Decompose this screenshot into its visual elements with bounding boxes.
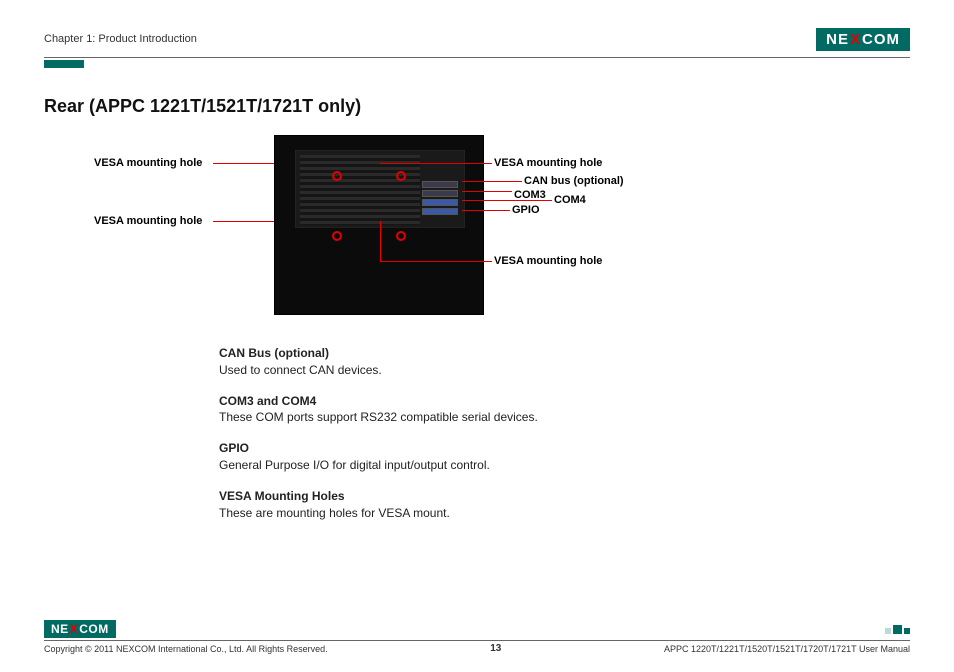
label-com4: COM4: [554, 194, 586, 206]
label-vesa-left-top: VESA mounting hole: [94, 157, 202, 169]
logo-post: COM: [79, 622, 109, 636]
leader-line: [462, 200, 552, 201]
footer-rule: [44, 640, 910, 641]
desc-body: These are mounting holes for VESA mount.: [219, 505, 739, 522]
product-photo: [274, 135, 484, 315]
vesa-hole-icon: [396, 171, 406, 181]
label-vesa-left-bottom: VESA mounting hole: [94, 215, 202, 227]
desc-term: GPIO: [219, 440, 739, 457]
vesa-hole-icon: [396, 231, 406, 241]
port-can: [422, 181, 458, 188]
page-number: 13: [490, 643, 501, 654]
square-icon: [904, 628, 910, 634]
ports-block: [422, 181, 458, 225]
accent-bar: [44, 60, 84, 68]
leader-line: [462, 191, 512, 192]
leader-line: [462, 181, 522, 182]
diagram: VESA mounting hole VESA mounting hole: [94, 135, 814, 325]
port-gpio: [422, 208, 458, 215]
logo-pre: NE: [826, 31, 849, 48]
label-gpio: GPIO: [512, 204, 540, 216]
descriptions: CAN Bus (optional) Used to connect CAN d…: [219, 345, 739, 521]
label-vesa-right-top: VESA mounting hole: [494, 157, 602, 169]
header-rule: [44, 57, 910, 58]
desc-term: COM3 and COM4: [219, 393, 739, 410]
footer: NEXCOM Copyright © 2011 NEXCOM Internati…: [44, 618, 910, 654]
port-com3: [422, 190, 458, 197]
page-root: Chapter 1: Product Introduction NEXCOM R…: [0, 0, 954, 672]
vesa-hole-icon: [332, 171, 342, 181]
leader-line: [462, 210, 510, 211]
footer-squares-icon: [885, 625, 910, 634]
product-unit: [295, 150, 465, 228]
leader-line: [380, 221, 381, 261]
leader-line: [380, 261, 492, 262]
label-vesa-right-bottom: VESA mounting hole: [494, 255, 602, 267]
manual-name: APPC 1220T/1221T/1520T/1521T/1720T/1721T…: [664, 644, 910, 654]
desc-body: These COM ports support RS232 compatible…: [219, 409, 739, 426]
square-icon: [885, 628, 891, 634]
chapter-title: Chapter 1: Product Introduction: [44, 33, 197, 45]
label-can-bus: CAN bus (optional): [524, 175, 624, 187]
logo-pre: NE: [51, 622, 69, 636]
logo-top: NEXCOM: [816, 28, 910, 51]
desc-body: General Purpose I/O for digital input/ou…: [219, 457, 739, 474]
desc-body: Used to connect CAN devices.: [219, 362, 739, 379]
logo-x-icon: X: [850, 31, 861, 48]
square-icon: [893, 625, 902, 634]
footer-top-row: NEXCOM: [44, 618, 910, 640]
leader-line: [380, 163, 492, 164]
footer-bottom-row: Copyright © 2011 NEXCOM International Co…: [44, 643, 910, 654]
copyright-text: Copyright © 2011 NEXCOM International Co…: [44, 644, 328, 654]
header: Chapter 1: Product Introduction NEXCOM: [44, 24, 910, 54]
logo-post: COM: [862, 31, 900, 48]
desc-term: CAN Bus (optional): [219, 345, 739, 362]
heatsink-fins-icon: [300, 155, 420, 225]
port-com4: [422, 199, 458, 206]
logo-x-icon: X: [70, 622, 79, 636]
desc-term: VESA Mounting Holes: [219, 488, 739, 505]
vesa-hole-icon: [332, 231, 342, 241]
logo-bottom: NEXCOM: [44, 620, 116, 638]
section-heading: Rear (APPC 1221T/1521T/1721T only): [44, 96, 910, 117]
